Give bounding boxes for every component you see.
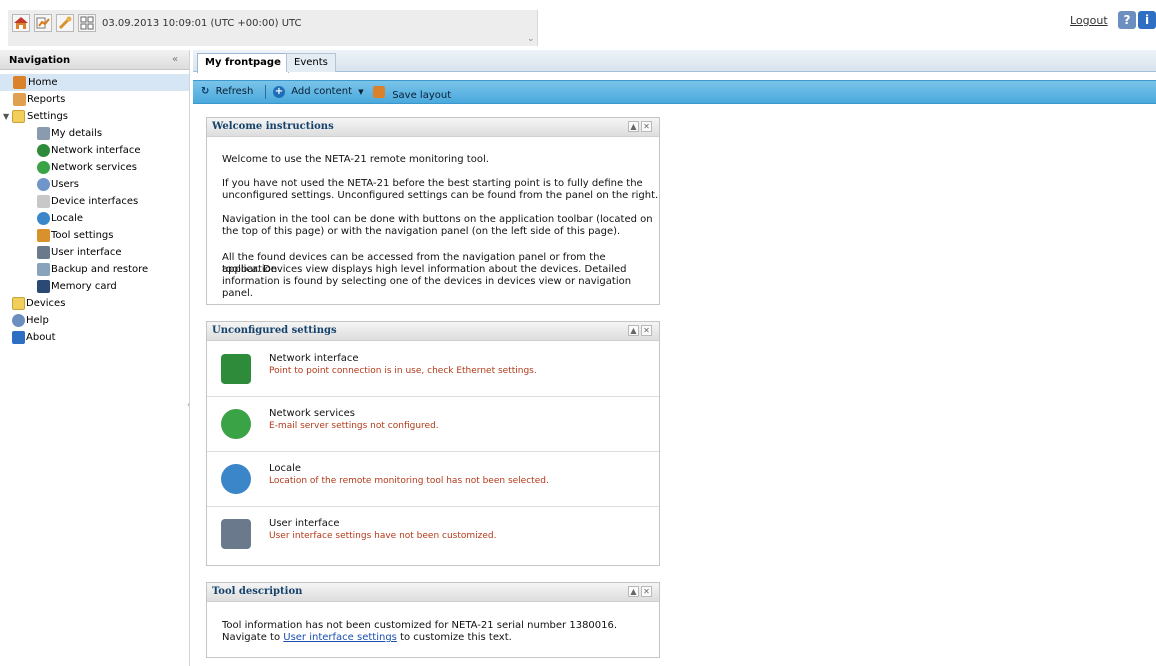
welcome-instructions-panel: Welcome instructions ▲ ✕ Welcome to use …: [206, 117, 660, 305]
memory-card-icon: [37, 280, 50, 293]
welcome-paragraph-2a: If you have not used the NETA-21 before …: [222, 178, 643, 189]
device-interfaces-icon: [37, 195, 50, 208]
panel-header: Unconfigured settings ▲ ✕: [207, 322, 659, 341]
collapse-nav-icon[interactable]: «: [172, 54, 178, 65]
network-interface-icon: [37, 144, 50, 157]
wrench-icon: [58, 16, 72, 30]
backup-icon: [37, 263, 50, 276]
settings-button[interactable]: [56, 14, 74, 32]
user-interface-icon: [221, 519, 251, 549]
panel-title: Tool description: [212, 586, 303, 597]
tool-settings-icon: [37, 229, 50, 242]
tab-events[interactable]: Events: [286, 53, 336, 72]
save-layout-button[interactable]: Save layout: [373, 86, 451, 101]
help-icon[interactable]: ?: [1118, 11, 1136, 29]
help-icon: [12, 314, 25, 327]
panel-header: Tool description ▲ ✕: [207, 583, 659, 602]
panel-title: Welcome instructions: [212, 121, 334, 132]
close-panel-button[interactable]: ✕: [641, 586, 652, 597]
folder-open-icon: [12, 110, 25, 123]
welcome-paragraph-1: Welcome to use the NETA-21 remote monito…: [222, 154, 489, 165]
unconfigured-item-network-interface[interactable]: Network interface Point to point connect…: [207, 342, 659, 397]
info-icon: [12, 331, 25, 344]
expand-arrow-icon[interactable]: ▼: [3, 108, 9, 125]
globe-icon: [37, 212, 50, 225]
save-layout-icon: [373, 86, 385, 98]
close-panel-button[interactable]: ✕: [641, 121, 652, 132]
panel-title: Unconfigured settings: [212, 325, 337, 336]
home-button[interactable]: [12, 14, 30, 32]
application-toolbar: 03.09.2013 10:09:01 (UTC +00:00) UTC ⌄: [8, 10, 538, 46]
minimize-panel-button[interactable]: ▲: [628, 586, 639, 597]
navigation-header: Navigation «: [0, 50, 189, 70]
info-icon[interactable]: i: [1138, 11, 1156, 29]
tab-my-frontpage[interactable]: My frontpage: [197, 53, 289, 73]
panel-header: Welcome instructions ▲ ✕: [207, 118, 659, 137]
navigation-panel: Navigation « Home Reports ▼ Settings My …: [0, 50, 190, 666]
reports-icon: [36, 17, 50, 29]
globe-icon: [221, 464, 251, 494]
panel-splitter-handle[interactable]: ‹: [187, 400, 190, 409]
frontpage-toolbar: ↻ Refresh + Add content ▼ Save layout: [193, 80, 1156, 104]
devices-icon: [80, 16, 94, 30]
datetime-display: 03.09.2013 10:09:01 (UTC +00:00) UTC: [102, 18, 302, 29]
tool-description-line-1: Tool information has not been customized…: [222, 620, 618, 631]
network-interface-icon: [221, 354, 251, 384]
top-bar: 03.09.2013 10:09:01 (UTC +00:00) UTC ⌄ L…: [0, 0, 1156, 49]
reports-icon: [13, 93, 26, 106]
navigation-title: Navigation: [9, 55, 71, 66]
unconfigured-settings-panel: Unconfigured settings ▲ ✕ Network interf…: [206, 321, 660, 566]
refresh-button[interactable]: ↻ Refresh: [201, 86, 253, 97]
home-icon: [13, 76, 26, 89]
unconfigured-item-user-interface[interactable]: User interface User interface settings h…: [207, 507, 659, 563]
add-content-button[interactable]: + Add content ▼: [273, 86, 364, 98]
close-panel-button[interactable]: ✕: [641, 325, 652, 336]
welcome-paragraph-4b: toolbar. Devices view displays high leve…: [222, 264, 627, 275]
dropdown-arrow-icon: ▼: [358, 88, 364, 96]
collapse-toolbar-icon[interactable]: ⌄: [527, 34, 535, 44]
reports-button[interactable]: [34, 14, 52, 32]
logout-link[interactable]: Logout: [1070, 14, 1108, 27]
user-interface-settings-link[interactable]: User interface settings: [283, 632, 397, 643]
nav-item-home[interactable]: Home: [0, 74, 189, 91]
network-services-icon: [37, 161, 50, 174]
tool-description-panel: Tool description ▲ ✕ Tool information ha…: [206, 582, 660, 658]
unconfigured-item-network-services[interactable]: Network services E-mail server settings …: [207, 397, 659, 452]
devices-button[interactable]: [78, 14, 96, 32]
welcome-paragraph-3b: the top of this page) or with the naviga…: [222, 226, 621, 237]
welcome-paragraph-4c: information is found by selecting one of…: [222, 276, 632, 299]
minimize-panel-button[interactable]: ▲: [628, 121, 639, 132]
welcome-paragraph-2b: unconfigured settings. Unconfigured sett…: [222, 190, 659, 201]
welcome-paragraph-3a: Navigation in the tool can be done with …: [222, 214, 653, 225]
tool-description-line-2: Navigate to User interface settings to c…: [222, 632, 512, 643]
home-icon: [14, 17, 28, 29]
network-services-icon: [221, 409, 251, 439]
users-icon: [37, 178, 50, 191]
toolbar-separator: [265, 85, 266, 99]
folder-icon: [12, 297, 25, 310]
refresh-icon: ↻: [201, 86, 210, 97]
details-icon: [37, 127, 50, 140]
tab-bar: My frontpage Events: [193, 50, 1156, 73]
add-icon: +: [273, 86, 285, 98]
user-interface-icon: [37, 246, 50, 259]
unconfigured-item-locale[interactable]: Locale Location of the remote monitoring…: [207, 452, 659, 507]
minimize-panel-button[interactable]: ▲: [628, 325, 639, 336]
